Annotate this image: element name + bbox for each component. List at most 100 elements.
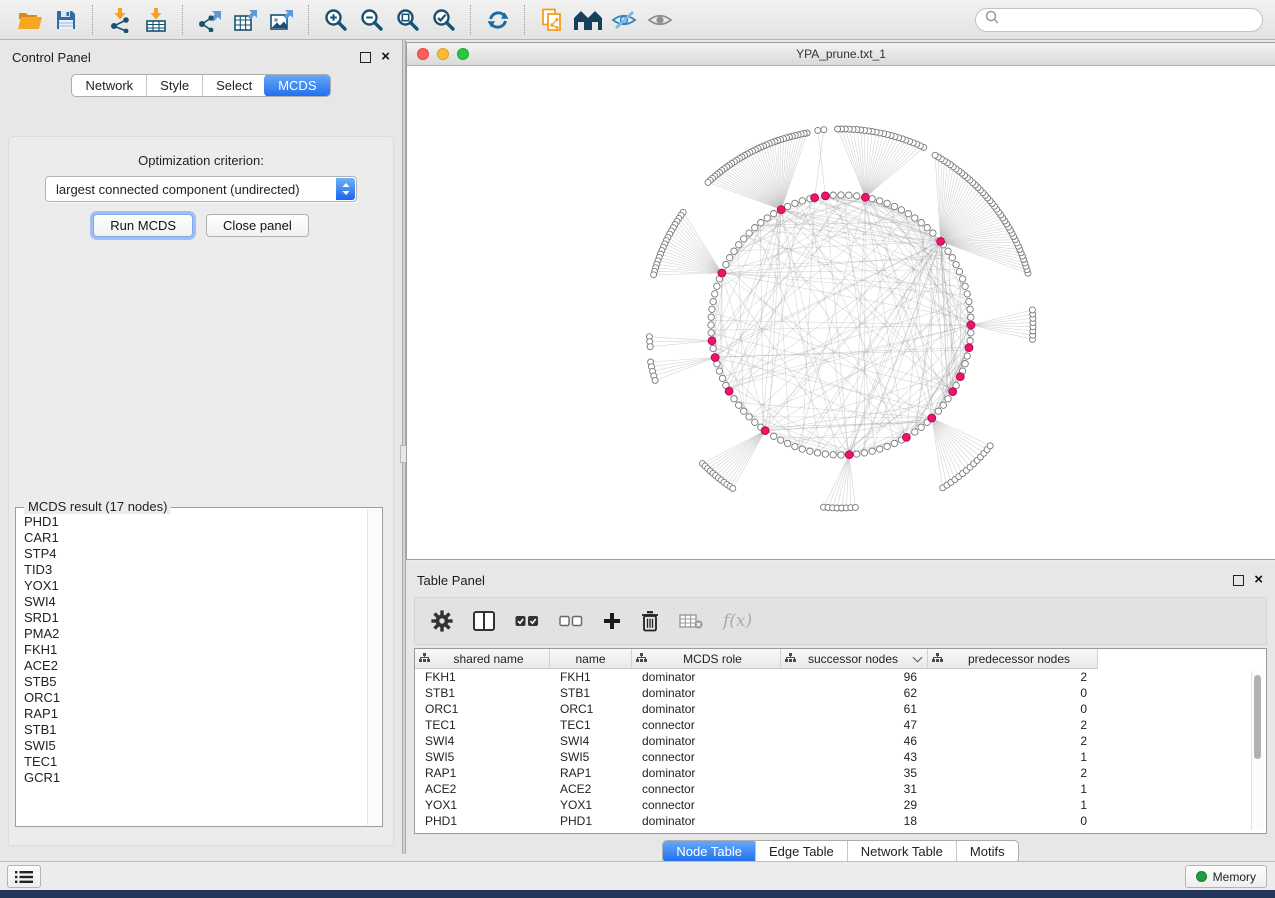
table-row[interactable]: PHD1PHD1dominator180 xyxy=(415,813,1266,829)
graph-node[interactable] xyxy=(930,230,936,236)
graph-hub-node[interactable] xyxy=(845,451,853,459)
graph-node[interactable] xyxy=(799,198,805,204)
graph-node[interactable] xyxy=(949,255,955,261)
graph-node[interactable] xyxy=(935,408,941,414)
graph-node[interactable] xyxy=(962,283,968,289)
graph-node[interactable] xyxy=(736,402,742,408)
graph-node[interactable] xyxy=(741,408,747,414)
mcds-result-item[interactable]: STB5 xyxy=(24,674,368,690)
mcds-result-item[interactable]: SWI5 xyxy=(24,738,368,754)
graph-hub-node[interactable] xyxy=(862,193,870,201)
graph-node[interactable] xyxy=(710,298,716,304)
graph-node[interactable] xyxy=(784,440,790,446)
mcds-result-item[interactable]: GCR1 xyxy=(24,770,368,786)
zoom-out-icon[interactable] xyxy=(354,4,390,36)
hide-selected-icon[interactable] xyxy=(606,4,642,36)
search-input[interactable] xyxy=(1005,12,1253,28)
graph-node[interactable] xyxy=(705,179,711,185)
mcds-result-item[interactable]: STB1 xyxy=(24,722,368,738)
graph-node[interactable] xyxy=(736,242,742,248)
table-scrollbar[interactable] xyxy=(1251,671,1264,830)
table-row[interactable]: SWI5SWI5connector431 xyxy=(415,749,1266,765)
table-row[interactable]: TEC1TEC1connector472 xyxy=(415,717,1266,733)
graph-node[interactable] xyxy=(987,443,993,449)
graph-hub-node[interactable] xyxy=(937,238,945,246)
close-window-icon[interactable] xyxy=(417,48,429,60)
mcds-result-item[interactable]: ACE2 xyxy=(24,658,368,674)
mcds-result-item[interactable]: ORC1 xyxy=(24,690,368,706)
mcds-result-item[interactable]: TEC1 xyxy=(24,754,368,770)
import-table-icon[interactable] xyxy=(138,4,174,36)
graph-node[interactable] xyxy=(746,414,752,420)
mcds-result-item[interactable]: PMA2 xyxy=(24,626,368,642)
graph-node[interactable] xyxy=(877,198,883,204)
save-icon[interactable] xyxy=(48,4,84,36)
show-all-icon[interactable] xyxy=(642,4,678,36)
graph-node[interactable] xyxy=(838,192,844,198)
mcds-result-item[interactable]: TID3 xyxy=(24,562,368,578)
graph-node[interactable] xyxy=(905,211,911,217)
graph-node[interactable] xyxy=(835,126,841,132)
graph-node[interactable] xyxy=(852,504,858,510)
mcds-result-item[interactable]: CAR1 xyxy=(24,530,368,546)
graph-node[interactable] xyxy=(846,192,852,198)
graph-node[interactable] xyxy=(708,314,714,320)
graph-hub-node[interactable] xyxy=(956,373,964,381)
close-panel-icon[interactable]: × xyxy=(381,52,390,62)
tab-node-table[interactable]: Node Table xyxy=(662,840,756,863)
graph-node[interactable] xyxy=(731,396,737,402)
column-header-predecessor-nodes[interactable]: predecessor nodes xyxy=(928,649,1098,669)
zoom-selected-icon[interactable] xyxy=(426,4,462,36)
graph-node[interactable] xyxy=(861,450,867,456)
graph-node[interactable] xyxy=(956,268,962,274)
import-network-icon[interactable] xyxy=(102,4,138,36)
zoom-fit-icon[interactable] xyxy=(390,4,426,36)
graph-node[interactable] xyxy=(807,448,813,454)
graph-node[interactable] xyxy=(854,193,860,199)
table-row[interactable]: SWI4SWI4dominator462 xyxy=(415,733,1266,749)
graph-node[interactable] xyxy=(758,220,764,226)
table-row[interactable]: RAP1RAP1dominator352 xyxy=(415,765,1266,781)
graph-node[interactable] xyxy=(884,200,890,206)
maximize-window-icon[interactable] xyxy=(457,48,469,60)
graph-hub-node[interactable] xyxy=(903,434,911,442)
graph-node[interactable] xyxy=(912,215,918,221)
graph-node[interactable] xyxy=(884,443,890,449)
graph-node[interactable] xyxy=(814,450,820,456)
memory-button[interactable]: Memory xyxy=(1185,865,1267,888)
graph-hub-node[interactable] xyxy=(928,414,936,422)
graph-node[interactable] xyxy=(945,396,951,402)
network-titlebar[interactable]: YPA_prune.txt_1 xyxy=(407,43,1275,66)
graph-node[interactable] xyxy=(877,446,883,452)
graph-node[interactable] xyxy=(777,437,783,443)
tab-edge-table[interactable]: Edge Table xyxy=(755,841,847,862)
graph-node[interactable] xyxy=(771,211,777,217)
graph-node[interactable] xyxy=(752,225,758,231)
graph-node[interactable] xyxy=(822,451,828,457)
table-settings-gear-icon[interactable] xyxy=(431,606,453,636)
graph-node[interactable] xyxy=(815,127,821,133)
tab-network-table[interactable]: Network Table xyxy=(847,841,956,862)
graph-node[interactable] xyxy=(918,424,924,430)
export-network-icon[interactable] xyxy=(192,4,228,36)
tab-network[interactable]: Network xyxy=(72,75,146,96)
deselect-all-columns-icon[interactable] xyxy=(559,606,583,636)
graph-node[interactable] xyxy=(708,322,714,328)
graph-node[interactable] xyxy=(1029,307,1035,313)
graph-node[interactable] xyxy=(869,448,875,454)
close-table-panel-icon[interactable]: × xyxy=(1254,575,1263,585)
graph-node[interactable] xyxy=(898,207,904,213)
graph-hub-node[interactable] xyxy=(811,194,819,202)
graph-hub-node[interactable] xyxy=(822,192,830,200)
first-neighbors-icon[interactable] xyxy=(570,4,606,36)
mcds-result-item[interactable]: STP4 xyxy=(24,546,368,562)
float-panel-icon[interactable] xyxy=(360,52,371,63)
graph-node[interactable] xyxy=(708,330,714,336)
minimize-window-icon[interactable] xyxy=(437,48,449,60)
graph-node[interactable] xyxy=(651,272,657,278)
graph-node[interactable] xyxy=(854,451,860,457)
table-scrollbar-thumb[interactable] xyxy=(1254,675,1261,759)
tab-mcds[interactable]: MCDS xyxy=(264,74,330,97)
graph-node[interactable] xyxy=(830,192,836,198)
graph-hub-node[interactable] xyxy=(708,337,716,345)
